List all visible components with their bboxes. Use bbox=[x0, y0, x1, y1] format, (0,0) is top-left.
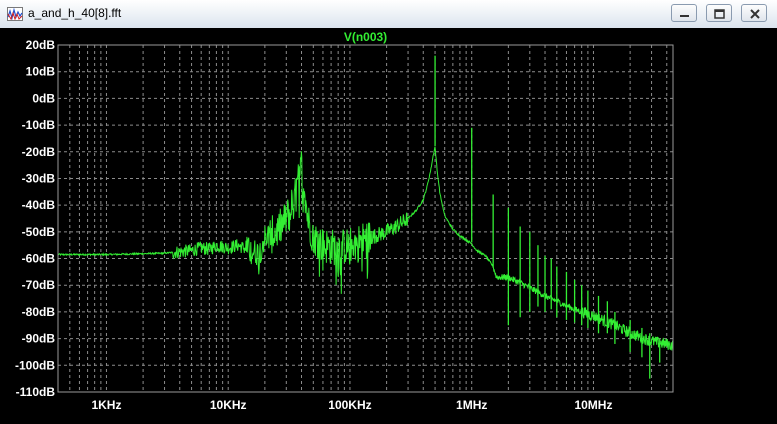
y-tick-label: 0dB bbox=[32, 91, 55, 105]
waveform-app-icon bbox=[7, 7, 23, 21]
y-tick-label: -90dB bbox=[22, 332, 56, 346]
y-tick-label: -80dB bbox=[22, 305, 56, 319]
y-tick-label: -30dB bbox=[22, 171, 56, 185]
plot-border bbox=[57, 44, 674, 393]
y-tick-label: -20dB bbox=[22, 145, 56, 159]
trace-group bbox=[57, 55, 674, 379]
fft-trace bbox=[57, 147, 674, 351]
x-tick-label: 100KHz bbox=[328, 398, 371, 412]
y-tick-label: -100dB bbox=[15, 358, 55, 372]
y-tick-label: -50dB bbox=[22, 225, 56, 239]
x-tick-label: 1KHz bbox=[91, 398, 121, 412]
grid-lines bbox=[58, 45, 673, 392]
y-tick-label: -40dB bbox=[22, 198, 56, 212]
fft-chart[interactable]: 20dB 10dB 0dB -10dB -20dB -30dB -40dB -50dB -60d… bbox=[0, 28, 777, 424]
minimize-icon bbox=[680, 15, 689, 17]
trace-title: V(n003) bbox=[344, 30, 387, 44]
y-tick-label: 10dB bbox=[26, 65, 56, 79]
window-title: a_and_h_40[8].fft bbox=[28, 6, 122, 20]
minimize-button[interactable] bbox=[671, 4, 697, 22]
close-icon bbox=[750, 9, 760, 19]
window-titlebar: a_and_h_40[8].fft bbox=[0, 0, 777, 29]
restore-button[interactable] bbox=[706, 4, 732, 22]
x-tick-label: 10KHz bbox=[210, 398, 247, 412]
y-axis-labels: 20dB 10dB 0dB -10dB -20dB -30dB -40dB -50dB -60d… bbox=[15, 38, 55, 399]
y-tick-label: -10dB bbox=[22, 118, 56, 132]
x-tick-label: 1MHz bbox=[456, 398, 487, 412]
close-button[interactable] bbox=[741, 4, 767, 22]
y-tick-label: -60dB bbox=[22, 252, 56, 266]
x-axis-labels: 1KHz 10KHz 100KHz 1MHz 10MHz bbox=[91, 398, 612, 412]
y-tick-label: 20dB bbox=[26, 38, 56, 52]
x-tick-label: 10MHz bbox=[574, 398, 612, 412]
y-tick-label: -110dB bbox=[16, 385, 56, 399]
y-tick-label: -70dB bbox=[22, 278, 56, 292]
restore-icon bbox=[714, 9, 725, 19]
plot-area[interactable]: 20dB 10dB 0dB -10dB -20dB -30dB -40dB -50dB -60d… bbox=[0, 28, 777, 424]
